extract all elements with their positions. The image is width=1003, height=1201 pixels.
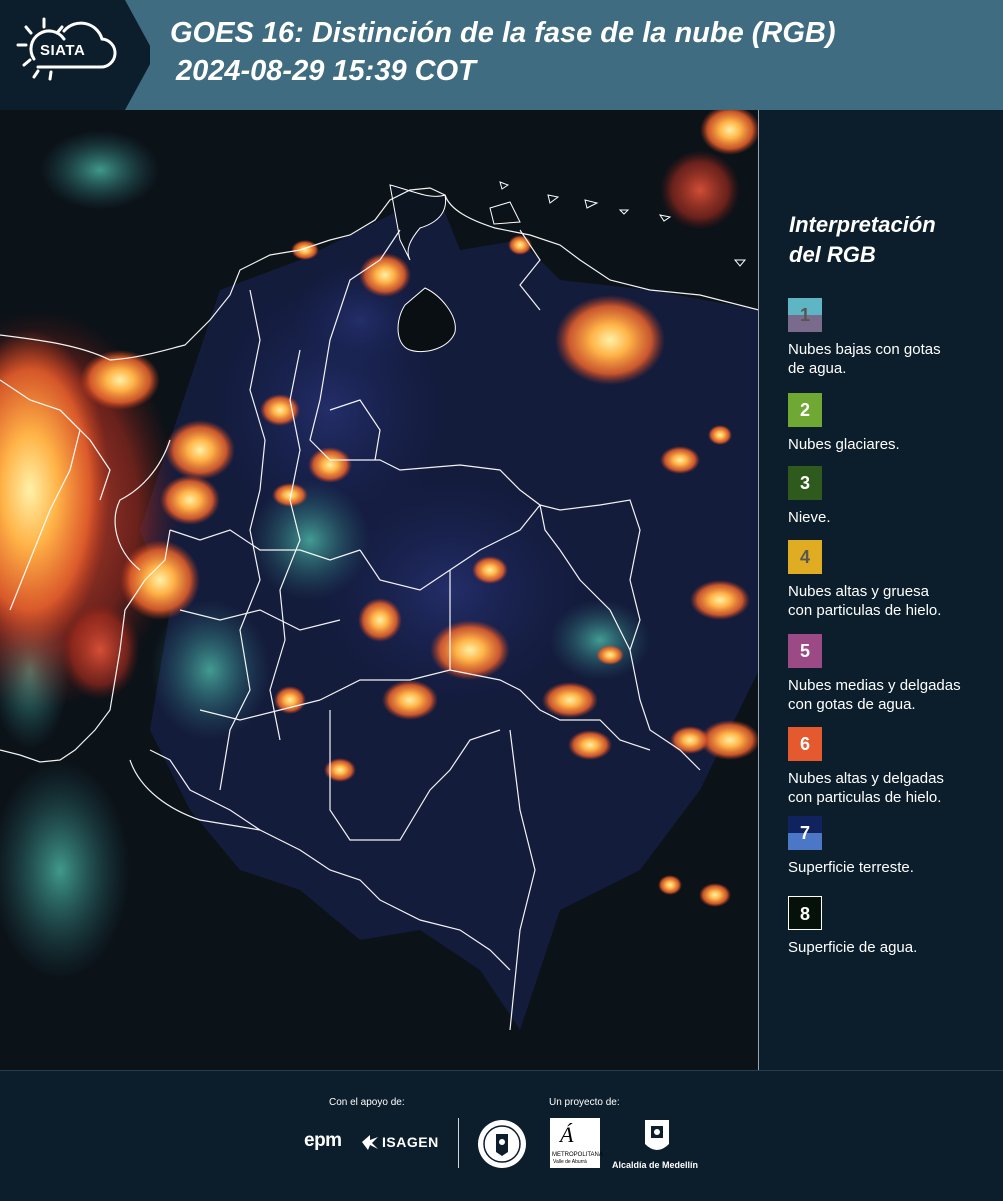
legend-label-line-1: Nubes glaciares. xyxy=(788,436,900,453)
legend-number: 1 xyxy=(799,305,810,325)
legend-title-line-2: del RGB xyxy=(789,242,876,267)
medellin-shield-icon xyxy=(645,1120,669,1150)
legend-label-line-1: Superficie de agua. xyxy=(788,939,918,956)
legend-label: Nubes altas y delgadas con particulas de … xyxy=(788,769,944,807)
legend-number: 7 xyxy=(799,823,810,843)
teal-cloud xyxy=(550,600,650,680)
area-text-1: METROPOLITANA xyxy=(552,1152,603,1158)
convective-cloud xyxy=(690,580,750,620)
legend-swatch: 3 xyxy=(788,466,822,500)
area-text-2: Valle de Aburrá xyxy=(553,1159,587,1165)
convective-cloud xyxy=(542,682,598,718)
legend-item-3: 3 Nieve. xyxy=(788,466,831,527)
legend-number: 5 xyxy=(799,641,810,661)
convective-cloud xyxy=(508,235,532,255)
legend-label: Nubes glaciares. xyxy=(788,435,900,454)
legend-title-line-1: Interpretación xyxy=(789,212,936,237)
convective-cloud xyxy=(291,240,319,260)
legend-number: 4 xyxy=(799,547,810,567)
legend-item-5: 5 Nubes medias y delgadas con gotas de agu… xyxy=(788,634,961,714)
project-label: Un proyecto de: xyxy=(549,1097,620,1108)
convective-cloud xyxy=(430,620,510,680)
legend-label: Superficie de agua. xyxy=(788,938,917,957)
isagen-logo: ISAGEN xyxy=(382,1134,439,1150)
convective-cloud xyxy=(670,726,710,754)
title-line-2: 2024-08-29 15:39 COT xyxy=(176,55,476,87)
legend-item-6: 6 Nubes altas y delgadas con particulas de… xyxy=(788,727,944,807)
legend-label: Nubes altas y gruesa con particulas de hi… xyxy=(788,582,941,620)
convective-cloud xyxy=(308,447,352,483)
header: SIATA GOES 16: Distinción de la fase de … xyxy=(0,0,1003,110)
support-label: Con el apoyo de: xyxy=(329,1097,405,1108)
area-a-mark: Á xyxy=(560,1122,574,1147)
epm-logo: epm xyxy=(304,1130,342,1151)
convective-cloud xyxy=(324,758,356,782)
convective-cloud xyxy=(472,556,508,584)
legend-label-line-1: Nubes medias y delgadas xyxy=(788,677,961,694)
satellite-map xyxy=(0,110,759,1070)
legend-swatch: 4 xyxy=(788,540,822,574)
convective-cloud xyxy=(658,875,682,895)
alcaldia-logo-text: Alcaldía de Medellín xyxy=(612,1160,699,1170)
legend-swatch: 5 xyxy=(788,634,822,668)
legend-label-line-2: de agua. xyxy=(788,360,847,377)
title-line-1: GOES 16: Distinción de la fase de la nub… xyxy=(170,17,836,49)
legend-label-line-2: con particulas de hielo. xyxy=(788,789,942,806)
footer-divider xyxy=(458,1118,459,1168)
legend-item-1: 1 Nubes bajas con gotas de agua. xyxy=(788,298,941,378)
teal-cloud xyxy=(250,480,370,600)
legend-label: Nubes medias y delgadas con gotas de agua… xyxy=(788,676,961,714)
legend-label-line-2: con particulas de hielo. xyxy=(788,602,942,619)
legend-label: Nubes bajas con gotas de agua. xyxy=(788,340,941,378)
legend-label-line-1: Nieve. xyxy=(788,509,831,526)
convective-cloud xyxy=(160,475,220,525)
legend-item-7: 7 Superficie terreste. xyxy=(788,816,914,877)
convective-cloud xyxy=(382,680,438,720)
legend-item-4: 4 Nubes altas y gruesa con particulas de h… xyxy=(788,540,941,620)
legend-number: 6 xyxy=(799,734,810,754)
legend-item-8: 8 Superficie de agua. xyxy=(788,896,917,957)
area-metropolitana-logo: Á METROPOLITANA Valle de Aburrá xyxy=(550,1118,603,1168)
university-seal-icon xyxy=(478,1120,526,1168)
legend-label: Superficie terreste. xyxy=(788,858,914,877)
legend-swatch: 2 xyxy=(788,393,822,427)
convective-cloud xyxy=(358,598,402,642)
legend-title: Interpretación del RGB xyxy=(789,210,996,270)
siata-logo: SIATA xyxy=(0,0,150,110)
teal-cloud xyxy=(150,600,270,740)
legend: Interpretación del RGB xyxy=(776,210,996,270)
convective-cloud xyxy=(568,730,612,760)
legend-label-line-2: con gotas de agua. xyxy=(788,696,916,713)
legend-item-2: 2 Nubes glaciares. xyxy=(788,393,900,454)
logo-text: SIATA xyxy=(40,42,86,59)
convective-cloud xyxy=(555,295,665,385)
legend-swatch: 6 xyxy=(788,727,822,761)
legend-number: 2 xyxy=(799,400,810,420)
legend-number: 3 xyxy=(799,473,810,493)
legend-label: Nieve. xyxy=(788,508,831,527)
teal-cloud xyxy=(40,130,160,210)
legend-number: 8 xyxy=(799,904,810,924)
convective-cloud xyxy=(596,645,624,665)
convective-cloud xyxy=(60,600,140,700)
convective-cloud xyxy=(165,420,235,480)
page-title: GOES 16: Distinción de la fase de la nub… xyxy=(170,14,836,90)
legend-swatch: 1 xyxy=(788,298,822,332)
convective-cloud xyxy=(660,446,700,474)
legend-label-line-1: Nubes altas y delgadas xyxy=(788,770,944,787)
legend-swatch: 8 xyxy=(788,896,822,930)
legend-label-line-1: Superficie terreste. xyxy=(788,859,914,876)
convective-cloud xyxy=(660,150,740,230)
convective-cloud xyxy=(120,540,200,620)
isagen-icon xyxy=(362,1135,378,1150)
convective-cloud xyxy=(272,483,308,507)
convective-cloud xyxy=(699,883,731,907)
legend-swatch: 7 xyxy=(788,816,822,850)
convective-cloud xyxy=(359,253,411,297)
legend-label-line-1: Nubes altas y gruesa xyxy=(788,583,929,600)
legend-label-line-1: Nubes bajas con gotas xyxy=(788,341,941,358)
convective-cloud xyxy=(708,425,732,445)
